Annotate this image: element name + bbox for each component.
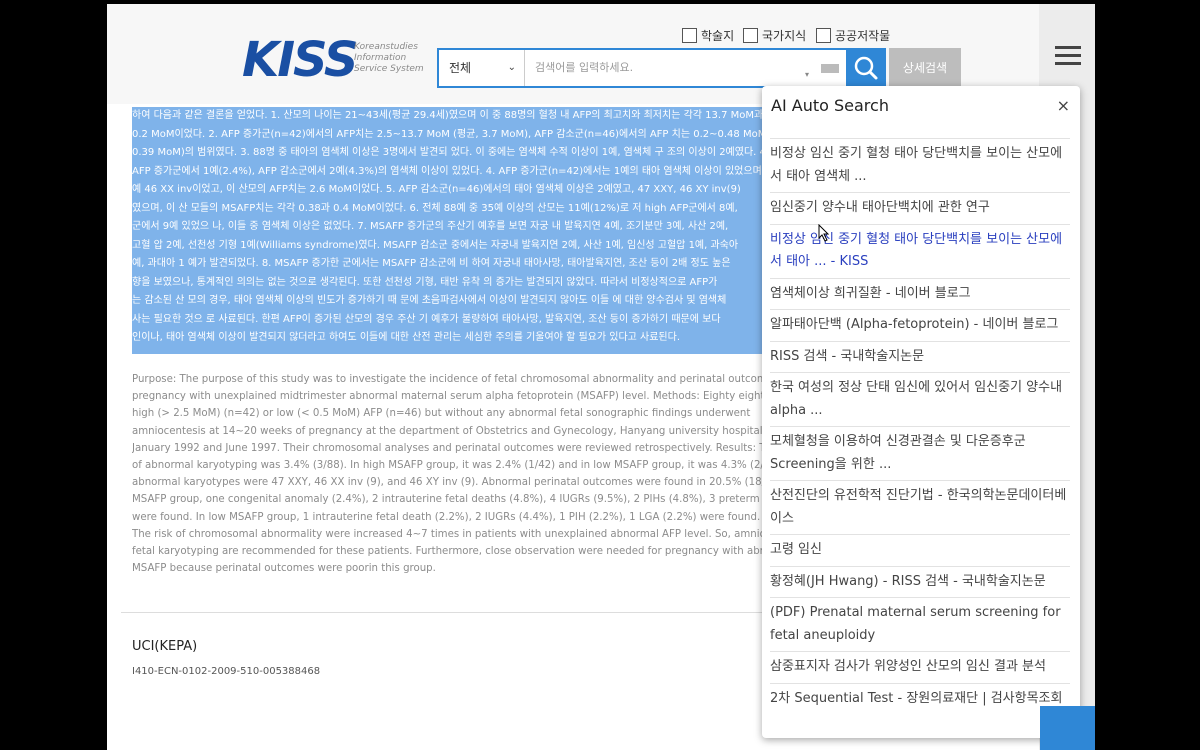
scroll-top-button[interactable] bbox=[1040, 706, 1095, 750]
english-abstract-line: high (> 2.5 MoM) (n=42) or low (< 0.5 Mo… bbox=[132, 408, 751, 420]
english-abstract-line: pregnancy with unexplained midtrimester … bbox=[132, 391, 772, 403]
ai-suggestion-list: 비정상 임신 중기 혈청 태아 당단백치를 보이는 산모에서 태아 염색체 ..… bbox=[770, 138, 1070, 714]
close-icon[interactable]: × bbox=[1057, 96, 1070, 115]
ai-suggestion-item[interactable]: 고령 임신 bbox=[770, 534, 1070, 566]
korean-abstract-line: 예, 과대아 1 예가 발견되었다. 8. MSAFP 증가한 군에서는 MSA… bbox=[132, 255, 842, 274]
detail-search-button[interactable]: 상세검색 bbox=[889, 48, 961, 88]
ai-suggestion-item[interactable]: 염색체이상 희귀질환 - 네이버 블로그 bbox=[770, 277, 1070, 310]
ai-suggestion-item[interactable]: 한국 여성의 정상 단태 임신에 있어서 임신중기 양수내 alpha ... bbox=[770, 372, 1070, 426]
ai-suggestion-item[interactable]: 2차 Sequential Test - 장원의료재단 | 검사항목조회 bbox=[770, 682, 1070, 715]
search-scope-value: 전체 bbox=[449, 61, 472, 75]
selected-text: 는 감소된 산 모의 경우, 태아 염색체 이상의 빈도가 증가하기 때 문에 … bbox=[132, 295, 727, 306]
english-abstract-line: Purpose: The purpose of this study was t… bbox=[132, 374, 772, 385]
selected-text: 0.39 MoM)의 범위였다. 3. 88명 중 태아의 염색체 이상은 3명… bbox=[132, 147, 770, 158]
ai-auto-search-panel: AI Auto Search × 비정상 임신 중기 혈청 태아 당단백치를 보… bbox=[762, 86, 1080, 738]
english-abstract-line: of abnormal karyotyping was 3.4% (3/88).… bbox=[132, 460, 772, 472]
english-abstract-line: fetal karyotyping are recommended for th… bbox=[132, 546, 772, 558]
korean-abstract-line: 였으며, 이 산 모들의 MSAFP치는 각각 0.38과 0.4 MoM이었다… bbox=[132, 200, 842, 219]
korean-abstract-line: 고혈 압 2예, 선천성 기형 1예(Williams syndrome)였다.… bbox=[132, 237, 842, 256]
english-abstract-line: abnormal karyotypes were 47 XXY, 46 XX i… bbox=[132, 477, 772, 489]
selected-text: 예, 과대아 1 예가 발견되었다. 8. MSAFP 증가한 군에서는 MSA… bbox=[132, 258, 731, 269]
korean-abstract: 하여 다음과 같은 결론을 얻었다. 1. 산모의 나이는 21~43세(평균 … bbox=[132, 107, 842, 354]
mouse-cursor-icon bbox=[818, 224, 830, 242]
selected-text: 인이나, 태아 염색체 이상이 발견되지 않더라고 하여도 이들에 대한 산전 … bbox=[132, 332, 680, 343]
checkbox-label: 공공저작물 bbox=[835, 28, 891, 43]
checkbox-public-works[interactable]: 공공저작물 bbox=[816, 26, 890, 44]
uci-value: I410-ECN-0102-2009-510-005388468 bbox=[132, 666, 321, 677]
uci-label: UCI(KEPA) bbox=[132, 639, 198, 654]
divider bbox=[121, 612, 771, 613]
ai-suggestion-item[interactable]: 비정상 임신 중기 혈청 태아 당단백치를 보이는 산모에서 태아 염색체 ..… bbox=[770, 138, 1070, 192]
korean-abstract-line: 사는 필요한 것으 로 사료된다. 한편 AFP이 증가된 산모의 경우 주산 … bbox=[132, 311, 842, 330]
chevron-down-icon[interactable]: ▾ bbox=[805, 70, 809, 79]
selected-text: AFP 증가군에서 1예(2.4%), AFP 감소군에서 2예(4.3%)의 … bbox=[132, 165, 784, 177]
ai-suggestion-item[interactable]: 모체혈청을 이용하여 신경관결손 및 다운증후군 Screening을 위한 .… bbox=[770, 426, 1070, 480]
korean-abstract-line: 는 감소된 산 모의 경우, 태아 염색체 이상의 빈도가 증가하기 때 문에 … bbox=[132, 292, 842, 311]
search-input[interactable]: 검색어를 입력하세요. bbox=[535, 50, 805, 86]
ai-suggestion-item[interactable]: RISS 검색 - 국내학술지논문 bbox=[770, 340, 1070, 373]
checkbox-box[interactable] bbox=[816, 27, 831, 43]
selected-text: 고혈 압 2예, 선천성 기형 1예(Williams syndrome)였다.… bbox=[132, 239, 739, 251]
english-abstract-line: were found. In low MSAFP group, 1 intrau… bbox=[132, 511, 772, 523]
english-abstract-line: The risk of chromosomal abnormality were… bbox=[132, 528, 772, 540]
english-abstract: Purpose: The purpose of this study was t… bbox=[132, 371, 772, 577]
korean-abstract-line: 향을 보였으나, 통계적인 의의는 없는 것으로 생각된다. 또한 선천성 기형… bbox=[132, 274, 842, 293]
checkbox-box[interactable] bbox=[743, 27, 758, 43]
korean-abstract-line: 예 46 XX inv이었고, 이 산모의 AFP치는 2.6 MoM이었다. … bbox=[132, 181, 842, 200]
checkbox-label: 국가지식 bbox=[762, 28, 807, 43]
ai-panel-title: AI Auto Search bbox=[771, 96, 889, 115]
english-abstract-line: MSAFP because perinatal outcomes were po… bbox=[132, 563, 436, 575]
keyboard-icon[interactable] bbox=[821, 64, 839, 73]
ai-suggestion-item[interactable]: 임신중기 양수내 태아단백치에 관한 연구 bbox=[770, 192, 1070, 224]
ai-suggestion-item[interactable]: 비정상 임신 중기 혈청 태아 당단백치를 보이는 산모에서 태아 ... - … bbox=[770, 223, 1070, 278]
selected-text: 향을 보였으나, 통계적인 의의는 없는 것으로 생각된다. 또한 선천성 기형… bbox=[132, 276, 718, 288]
search-scope-select[interactable]: 전체 ⌄ bbox=[439, 50, 525, 86]
checkbox-journal[interactable]: 학술지 bbox=[682, 26, 734, 44]
selected-text: 사는 필요한 것으 로 사료된다. 한편 AFP이 증가된 산모의 경우 주산 … bbox=[132, 313, 721, 325]
checkbox-national-knowledge[interactable]: 국가지식 bbox=[743, 26, 806, 44]
hamburger-icon[interactable] bbox=[1055, 46, 1081, 66]
korean-abstract-line: AFP 증가군에서 1예(2.4%), AFP 감소군에서 2예(4.3%)의 … bbox=[132, 163, 842, 182]
selected-text: 하여 다음과 같은 결론을 얻었다. 1. 산모의 나이는 21~43세(평균 … bbox=[132, 110, 764, 121]
selected-text: 군에서 9예 있었으 나, 이들 중 염색체 이상은 없었다. 7. MSAFP… bbox=[132, 221, 729, 232]
ai-suggestion-item[interactable]: 삼중표지자 검사가 위양성인 산모의 임신 결과 분석 bbox=[770, 651, 1070, 683]
korean-abstract-line: 군에서 9예 있었으 나, 이들 중 염색체 이상은 없었다. 7. MSAFP… bbox=[132, 218, 842, 237]
ai-suggestion-item[interactable]: (PDF) Prenatal maternal serum screening … bbox=[770, 597, 1070, 651]
korean-abstract-line: 인이나, 태아 염색체 이상이 발견되지 않더라고 하여도 이들에 대한 산전 … bbox=[132, 329, 842, 348]
korean-abstract-line: 0.39 MoM)의 범위였다. 3. 88명 중 태아의 염색체 이상은 3명… bbox=[132, 144, 842, 163]
selected-text: 예 46 XX inv이었고, 이 산모의 AFP치는 2.6 MoM이었다. … bbox=[132, 184, 741, 195]
ai-suggestion-item[interactable]: 산전진단의 유전학적 진단기법 - 한국의학논문데이터베이스 bbox=[770, 480, 1070, 534]
chevron-down-icon: ⌄ bbox=[507, 62, 516, 73]
korean-abstract-line: 0.2 MoM이었다. 2. AFP 증가군(n=42)에서의 AFP치는 2.… bbox=[132, 126, 842, 145]
search-button[interactable] bbox=[846, 48, 886, 88]
search-bar: 전체 ⌄ 검색어를 입력하세요. ▾ bbox=[437, 48, 849, 88]
search-icon bbox=[854, 56, 878, 80]
kiss-logo[interactable]: KISS Koreanstudies Information Service S… bbox=[242, 32, 452, 88]
english-abstract-line: amniocentesis at 14~20 weeks of pregnanc… bbox=[132, 425, 772, 437]
checkbox-label: 학술지 bbox=[701, 28, 735, 43]
korean-abstract-line: 하여 다음과 같은 결론을 얻었다. 1. 산모의 나이는 21~43세(평균 … bbox=[132, 107, 842, 126]
english-abstract-line: MSAFP group, one congenital anomaly (2.4… bbox=[132, 494, 772, 506]
checkbox-box[interactable] bbox=[682, 27, 697, 43]
logo-text: KISS bbox=[242, 32, 358, 88]
selected-text: 0.2 MoM이었다. 2. AFP 증가군(n=42)에서의 AFP치는 2.… bbox=[132, 128, 795, 140]
selected-text: 였으며, 이 산 모들의 MSAFP치는 각각 0.38과 0.4 MoM이었다… bbox=[132, 202, 738, 214]
english-abstract-line: January 1992 and June 1997. Their chromo… bbox=[132, 442, 772, 454]
ai-suggestion-item[interactable]: 알파태아단백 (Alpha-fetoprotein) - 네이버 블로그 bbox=[770, 309, 1070, 341]
ai-suggestion-item[interactable]: 황정혜(JH Hwang) - RISS 검색 - 국내학술지논문 bbox=[770, 565, 1070, 598]
